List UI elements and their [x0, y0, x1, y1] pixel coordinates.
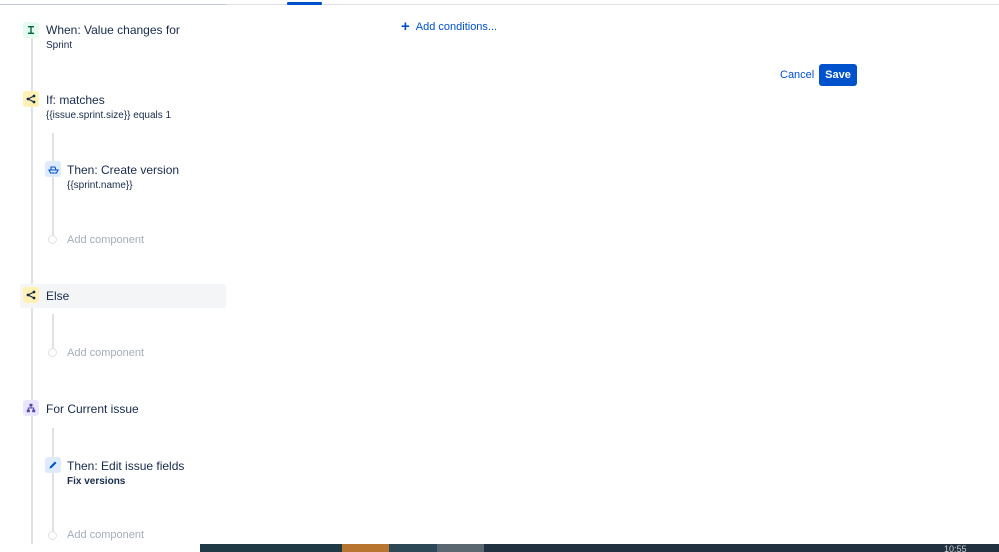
condition-detail: {{issue.sprint.size}} equals 1 [46, 110, 172, 121]
add-component-dot [48, 235, 57, 244]
taskbar-clock: 10:55 [944, 545, 967, 552]
taskbar-app-item[interactable] [437, 544, 484, 552]
trigger-detail: Sprint [46, 40, 73, 51]
else-title: Else [46, 289, 70, 303]
if-branch-rail [52, 133, 54, 243]
taskbar-app-item[interactable] [389, 544, 437, 552]
taskbar-blank-area [0, 544, 200, 552]
add-component-else[interactable]: Add component [67, 347, 144, 359]
trigger-title: When: Value changes for [46, 23, 180, 37]
create-version-detail: {{sprint.name}} [67, 180, 133, 191]
add-component-if[interactable]: Add component [67, 234, 144, 246]
plus-icon: + [401, 18, 410, 35]
trigger-icon [23, 22, 39, 38]
condition-title: If: matches [46, 93, 105, 107]
taskbar-app-item[interactable] [200, 544, 342, 552]
create-version-title: Then: Create version [67, 163, 180, 177]
pencil-icon [45, 457, 61, 473]
edit-issue-title: Then: Edit issue fields [67, 459, 185, 473]
add-conditions-link[interactable]: + Add conditions... [401, 18, 498, 35]
add-conditions-label: Add conditions... [415, 21, 498, 33]
save-button[interactable]: Save [819, 64, 857, 86]
for-branch-rail [52, 428, 54, 540]
add-component-dot [48, 348, 57, 357]
cancel-button[interactable]: Cancel [776, 65, 818, 86]
hierarchy-icon [23, 400, 39, 416]
branch-title: For Current issue [46, 402, 139, 416]
taskbar-app-item[interactable] [342, 544, 389, 552]
ship-icon [45, 161, 61, 177]
add-component-for[interactable]: Add component [67, 529, 144, 541]
edit-issue-detail: Fix versions [67, 476, 126, 487]
active-tab-indicator [287, 2, 322, 5]
condition-branch-icon [23, 91, 39, 107]
left-panel-divider [0, 4, 226, 5]
add-component-dot [48, 531, 57, 540]
condition-branch-icon [23, 287, 39, 303]
